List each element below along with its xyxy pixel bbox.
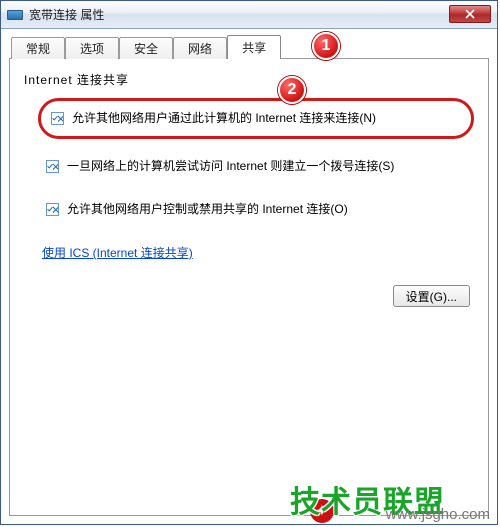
checkbox-allow-others[interactable]: [51, 112, 64, 125]
annotation-2: 2: [278, 76, 306, 104]
ics-help-link[interactable]: 使用 ICS (Internet 连接共享): [42, 244, 193, 261]
close-button[interactable]: [449, 5, 491, 23]
option-dial-on-demand-label: 一旦网络上的计算机尝试访问 Internet 则建立一个拨号连接(S): [67, 157, 394, 176]
dialog-window: 宽带连接 属性 常规 选项 安全 网络 共享 Internet 连接共享 允许其…: [0, 0, 498, 525]
window-title: 宽带连接 属性: [29, 6, 104, 23]
tab-general[interactable]: 常规: [11, 37, 65, 59]
close-icon: [465, 9, 475, 19]
option-dial-on-demand[interactable]: 一旦网络上的计算机尝试访问 Internet 则建立一个拨号连接(S): [38, 151, 474, 182]
tab-sharing[interactable]: 共享: [227, 35, 281, 59]
watermark-url: www.jsgho.com: [386, 506, 490, 523]
tabstrip: 常规 选项 安全 网络 共享: [9, 35, 489, 59]
tab-network[interactable]: 网络: [173, 37, 227, 59]
tab-options[interactable]: 选项: [65, 37, 119, 59]
tabpage-sharing: Internet 连接共享 允许其他网络用户通过此计算机的 Internet 连…: [9, 58, 489, 516]
group-label-ics: Internet 连接共享: [24, 71, 474, 88]
checkbox-dial-on-demand[interactable]: [46, 160, 59, 173]
titlebar[interactable]: 宽带连接 属性: [1, 1, 497, 29]
annotation-1: 1: [312, 32, 340, 60]
option-allow-others-label: 允许其他网络用户通过此计算机的 Internet 连接来连接(N): [72, 109, 376, 128]
settings-button[interactable]: 设置(G)...: [393, 285, 470, 307]
client-area: 常规 选项 安全 网络 共享 Internet 连接共享 允许其他网络用户通过此…: [1, 29, 497, 524]
checkbox-allow-control[interactable]: [46, 203, 59, 216]
option-allow-control-label: 允许其他网络用户控制或禁用共享的 Internet 连接(O): [67, 200, 348, 219]
option-allow-control[interactable]: 允许其他网络用户控制或禁用共享的 Internet 连接(O): [38, 194, 474, 225]
connection-icon: [7, 10, 23, 20]
tab-security[interactable]: 安全: [119, 37, 173, 59]
option-allow-others[interactable]: 允许其他网络用户通过此计算机的 Internet 连接来连接(N): [38, 98, 474, 139]
